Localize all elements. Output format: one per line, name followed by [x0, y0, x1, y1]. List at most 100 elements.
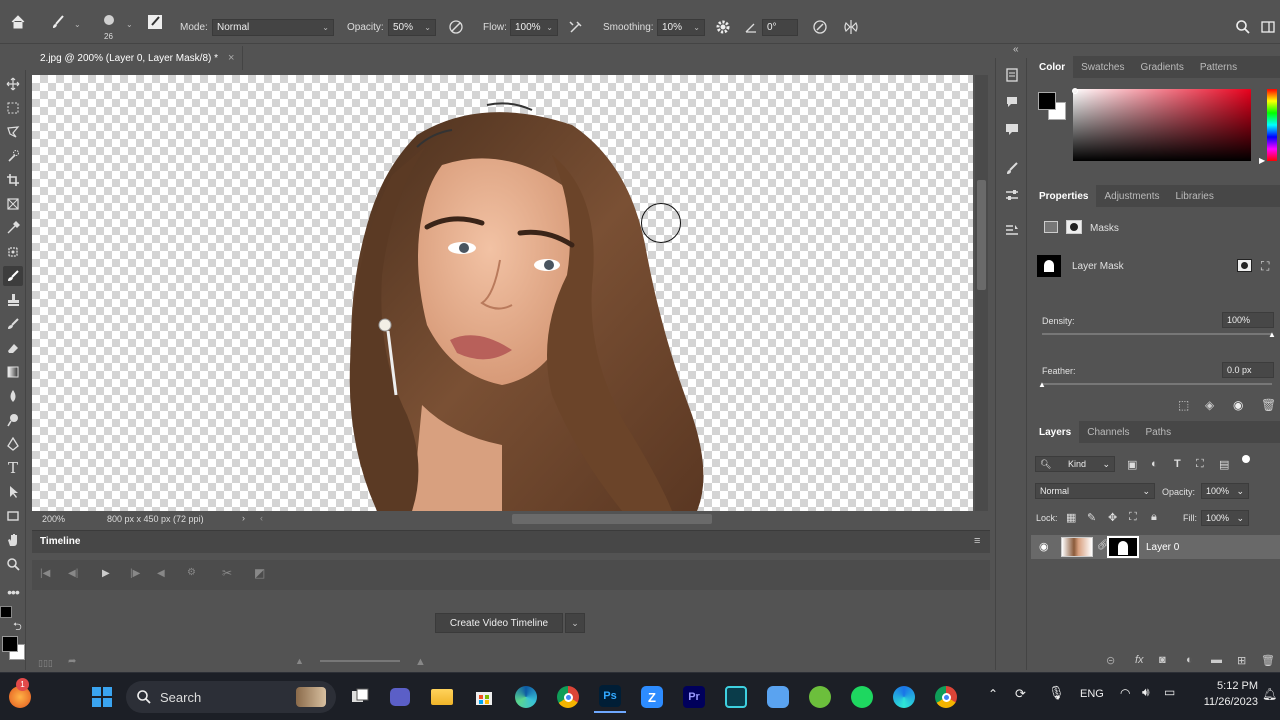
lasso-tool-icon[interactable] — [3, 122, 23, 142]
density-slider[interactable] — [1042, 333, 1272, 335]
eye-icon[interactable]: ◉ — [1233, 398, 1243, 412]
wifi-icon[interactable]: ◠ — [1120, 686, 1130, 700]
frame-tool-icon[interactable] — [3, 194, 23, 214]
scissors-icon[interactable]: ✂ — [222, 566, 232, 580]
lock-image-pixels-icon[interactable]: ✎ — [1087, 511, 1096, 524]
file-explorer-icon[interactable] — [426, 681, 458, 713]
marquee-tool-icon[interactable] — [3, 98, 23, 118]
filter-toggle-icon[interactable] — [1242, 455, 1250, 463]
previous-frame-icon[interactable]: ◀| — [68, 568, 78, 579]
feather-slider[interactable] — [1042, 383, 1272, 385]
layers-opacity-input[interactable]: 100% ⌄ — [1201, 483, 1249, 499]
gradient-tool-icon[interactable] — [3, 362, 23, 382]
brush-tool-icon[interactable] — [3, 266, 23, 286]
spotify-icon[interactable] — [846, 681, 878, 713]
timeline-zoom-slider[interactable] — [320, 660, 400, 662]
brush-size-preview-icon[interactable] — [98, 10, 120, 30]
workspace-icon[interactable] — [1258, 17, 1278, 37]
crop-tool-icon[interactable] — [3, 170, 23, 190]
tab-properties[interactable]: Properties — [1031, 185, 1097, 207]
pressure-size-icon[interactable] — [810, 17, 830, 37]
quick-selection-tool-icon[interactable] — [3, 146, 23, 166]
task-view-icon[interactable] — [344, 681, 376, 713]
swap-colors-icon[interactable]: ⮌ — [13, 618, 22, 637]
pen-tool-icon[interactable] — [3, 434, 23, 454]
tab-adjustments[interactable]: Adjustments — [1096, 185, 1167, 207]
link-layers-icon[interactable]: ⊝ — [1106, 654, 1115, 667]
filter-type-icon[interactable]: T — [1174, 458, 1181, 470]
tab-swatches[interactable]: Swatches — [1073, 56, 1132, 78]
chevron-down-icon[interactable]: ⌄ — [126, 20, 133, 29]
document-canvas[interactable] — [32, 75, 973, 511]
premiere-pro-icon[interactable]: Pr — [678, 681, 710, 713]
layer-row[interactable]: ◉ 🔗︎ Layer 0 — [1031, 535, 1280, 559]
edge-icon[interactable] — [510, 681, 542, 713]
opacity-input[interactable]: 50% ⌄ — [388, 19, 436, 36]
apply-mask-icon[interactable]: ◈ — [1205, 398, 1214, 412]
vector-mask-icon[interactable]: ⛶ — [1261, 259, 1269, 274]
load-selection-icon[interactable]: ⬚ — [1178, 398, 1189, 412]
layer-style-icon[interactable]: fx — [1135, 654, 1144, 666]
airbrush-icon[interactable] — [566, 17, 586, 37]
layer-filter-kind[interactable]: 🔍︎ Kind ⌄ — [1035, 456, 1115, 472]
color-panel-foreground-swatch[interactable] — [1038, 92, 1056, 110]
history-brush-tool-icon[interactable] — [3, 314, 23, 334]
feather-input[interactable]: 0.0 px — [1222, 362, 1274, 378]
first-frame-icon[interactable]: |◀ — [40, 568, 50, 579]
messenger-app-icon[interactable] — [762, 681, 794, 713]
chrome-icon[interactable] — [552, 681, 584, 713]
brushes-panel-icon[interactable] — [1001, 158, 1023, 180]
add-mask-icon[interactable]: ◙ — [1159, 654, 1166, 666]
create-video-timeline-button[interactable]: Create Video Timeline — [435, 613, 563, 633]
layer-mask-icon[interactable] — [1066, 220, 1082, 234]
close-icon[interactable]: × — [228, 52, 234, 64]
chevron-left-icon[interactable]: ‹ — [260, 513, 263, 523]
microphone-icon[interactable]: 🎙︎ — [1048, 685, 1065, 701]
clock-time[interactable]: 5:12 PM — [1200, 680, 1258, 692]
volume-icon[interactable]: 🔊︎ — [1142, 685, 1150, 700]
chrome-profile-icon[interactable] — [930, 681, 962, 713]
start-icon[interactable] — [86, 681, 118, 713]
next-frame-icon[interactable]: |▶ — [130, 568, 140, 579]
notifications-bell-icon[interactable]: 🔔︎ — [1262, 687, 1277, 701]
mode-select[interactable]: Normal ⌄ — [212, 19, 334, 36]
chevron-up-icon[interactable]: ⌃ — [988, 687, 998, 701]
tab-layers[interactable]: Layers — [1031, 421, 1080, 443]
panel-menu-icon[interactable]: ≡ — [974, 535, 980, 547]
photoshop-icon[interactable]: Ps — [594, 681, 626, 713]
comments-icon[interactable] — [1001, 90, 1023, 112]
play-icon[interactable]: ▶ — [102, 568, 110, 579]
new-layer-icon[interactable]: ⊞ — [1237, 654, 1246, 667]
pixel-mask-icon[interactable] — [1044, 221, 1058, 233]
transition-icon[interactable]: ◩ — [254, 566, 265, 580]
frame-animation-icon[interactable]: ▯▯▯ — [38, 658, 53, 669]
eraser-tool-icon[interactable] — [3, 338, 23, 358]
pressure-opacity-icon[interactable] — [446, 17, 466, 37]
chevron-down-icon[interactable]: ⌄ — [565, 613, 585, 633]
tab-libraries[interactable]: Libraries — [1168, 185, 1222, 207]
zoom-tool-icon[interactable] — [3, 554, 23, 574]
rectangle-tool-icon[interactable] — [3, 506, 23, 526]
smoothing-input[interactable]: 10% ⌄ — [657, 19, 705, 36]
trash-icon[interactable]: 🗑 — [1261, 654, 1275, 667]
brush-settings-icon[interactable] — [145, 12, 165, 32]
sync-icon[interactable]: ⟳ — [1015, 686, 1026, 702]
spot-healing-tool-icon[interactable] — [3, 242, 23, 262]
chevron-right-icon[interactable]: › — [242, 513, 245, 523]
lock-artboard-icon[interactable]: ⛶ — [1129, 511, 1137, 524]
render-icon[interactable]: ➦ — [68, 656, 76, 667]
search-icon[interactable] — [1233, 17, 1253, 37]
tab-patterns[interactable]: Patterns — [1192, 56, 1245, 78]
lock-position-icon[interactable]: ✥ — [1108, 511, 1117, 524]
vertical-scroll-thumb[interactable] — [977, 180, 986, 290]
browser-app-icon[interactable] — [888, 681, 920, 713]
microsoft-store-icon[interactable] — [468, 681, 500, 713]
zoom-app-icon[interactable]: Z — [636, 681, 668, 713]
adjustments-panel-icon[interactable] — [1001, 184, 1023, 206]
fill-input[interactable]: 100% ⌄ — [1201, 510, 1249, 526]
history-icon[interactable] — [1001, 64, 1023, 86]
tab-paths[interactable]: Paths — [1138, 421, 1180, 443]
language-indicator[interactable]: ENG — [1080, 688, 1104, 700]
horizontal-scroll-thumb[interactable] — [512, 514, 712, 524]
gear-icon[interactable] — [713, 17, 733, 37]
